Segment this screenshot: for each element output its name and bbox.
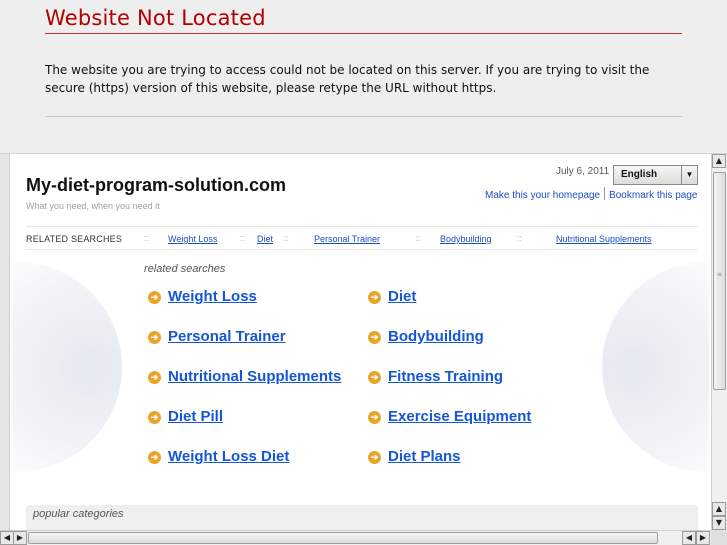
frame-edge [0, 154, 10, 533]
bar-link-personal-trainer[interactable]: Personal Trainer [314, 234, 380, 244]
related-link-item: ➔ Diet Plans [368, 448, 461, 465]
arrow-right-circle-icon: ➔ [368, 291, 381, 304]
arrow-right-circle-icon: ➔ [368, 411, 381, 424]
related-searches-bar: RELATED SEARCHES :: Weight Loss :: Diet … [26, 226, 698, 250]
error-message: The website you are trying to access cou… [45, 63, 650, 95]
scrollbar-corner [711, 530, 727, 545]
related-link-item: ➔ Personal Trainer [148, 328, 286, 345]
related-link-item: ➔ Diet [368, 288, 416, 305]
language-selected: English [621, 169, 658, 180]
vertical-scroll-thumb[interactable]: ≡ [713, 172, 726, 390]
related-link-item: ➔ Diet Pill [148, 408, 223, 425]
bar-link-bodybuilding[interactable]: Bodybuilding [440, 234, 492, 244]
site-tagline: What you need, when you need it [26, 201, 160, 211]
related-bar-label: RELATED SEARCHES [26, 234, 123, 244]
bookmark-link[interactable]: Bookmark this page [609, 190, 697, 201]
related-link-item: ➔ Exercise Equipment [368, 408, 531, 425]
related-link-nutritional-supplements[interactable]: Nutritional Supplements [168, 368, 341, 385]
related-link-item: ➔ Fitness Training [368, 368, 503, 385]
date-label: July 6, 2011 [556, 166, 610, 177]
related-link-personal-trainer[interactable]: Personal Trainer [168, 328, 286, 345]
bar-separator: :: [284, 233, 290, 243]
error-title: Website Not Located [45, 6, 682, 34]
bar-link-diet[interactable]: Diet [257, 234, 273, 244]
popular-categories-panel: popular categories [26, 505, 698, 533]
arrow-right-circle-icon: ➔ [368, 371, 381, 384]
horizontal-scroll-thumb[interactable] [28, 532, 658, 544]
related-link-weight-loss[interactable]: Weight Loss [168, 288, 257, 305]
language-select[interactable]: English ▼ [613, 165, 698, 185]
make-homepage-link[interactable]: Make this your homepage [485, 190, 600, 201]
scroll-right-icon[interactable]: ▶ [13, 531, 27, 545]
bar-separator: :: [240, 233, 246, 243]
arrow-right-circle-icon: ➔ [368, 451, 381, 464]
scroll-up-icon[interactable]: ▲ [712, 502, 726, 516]
related-link-diet[interactable]: Diet [388, 288, 416, 305]
arrow-right-circle-icon: ➔ [368, 331, 381, 344]
grip-icon: ≡ [717, 271, 723, 278]
chevron-down-icon[interactable]: ▼ [681, 166, 697, 184]
arrow-right-circle-icon: ➔ [148, 371, 161, 384]
related-link-item: ➔ Weight Loss [148, 288, 257, 305]
related-link-diet-pill[interactable]: Diet Pill [168, 408, 223, 425]
scroll-right-icon[interactable]: ▶ [696, 531, 710, 545]
bar-separator: :: [517, 233, 523, 243]
scroll-left-icon[interactable]: ◀ [0, 531, 14, 545]
related-link-weight-loss-diet[interactable]: Weight Loss Diet [168, 448, 289, 465]
scroll-up-icon[interactable]: ▲ [712, 154, 726, 168]
horizontal-scrollbar[interactable]: ◀ ▶ ◀ ▶ [0, 530, 711, 545]
related-searches-heading: related searches [144, 263, 226, 275]
bar-link-weight-loss[interactable]: Weight Loss [168, 234, 217, 244]
link-separator [604, 187, 606, 200]
inner-frame: My-diet-program-solution.com What you ne… [0, 153, 727, 545]
divider [45, 116, 682, 117]
arrow-right-circle-icon: ➔ [148, 451, 161, 464]
related-link-item: ➔ Bodybuilding [368, 328, 484, 345]
decorative-orb [12, 262, 122, 472]
top-links: Make this your homepage Bookmark this pag… [485, 187, 697, 201]
scroll-left-icon[interactable]: ◀ [682, 531, 696, 545]
decorative-orb [602, 262, 709, 472]
related-link-item: ➔ Nutritional Supplements [148, 368, 341, 385]
site-title: My-diet-program-solution.com [26, 175, 286, 195]
scroll-down-icon[interactable]: ▼ [712, 516, 726, 530]
parked-page: My-diet-program-solution.com What you ne… [12, 154, 709, 533]
arrow-right-circle-icon: ➔ [148, 331, 161, 344]
related-link-fitness-training[interactable]: Fitness Training [388, 368, 503, 385]
vertical-scrollbar[interactable]: ▲ ≡ ▲ ▼ [711, 154, 727, 533]
related-link-diet-plans[interactable]: Diet Plans [388, 448, 461, 465]
arrow-right-circle-icon: ➔ [148, 411, 161, 424]
popular-categories-heading: popular categories [33, 508, 124, 520]
bar-separator: :: [144, 233, 150, 243]
related-link-exercise-equipment[interactable]: Exercise Equipment [388, 408, 531, 425]
bar-link-nutritional-supplements[interactable]: Nutritional Supplements [556, 234, 652, 244]
arrow-right-circle-icon: ➔ [148, 291, 161, 304]
bar-separator: :: [415, 233, 421, 243]
related-link-item: ➔ Weight Loss Diet [148, 448, 289, 465]
related-link-bodybuilding[interactable]: Bodybuilding [388, 328, 484, 345]
